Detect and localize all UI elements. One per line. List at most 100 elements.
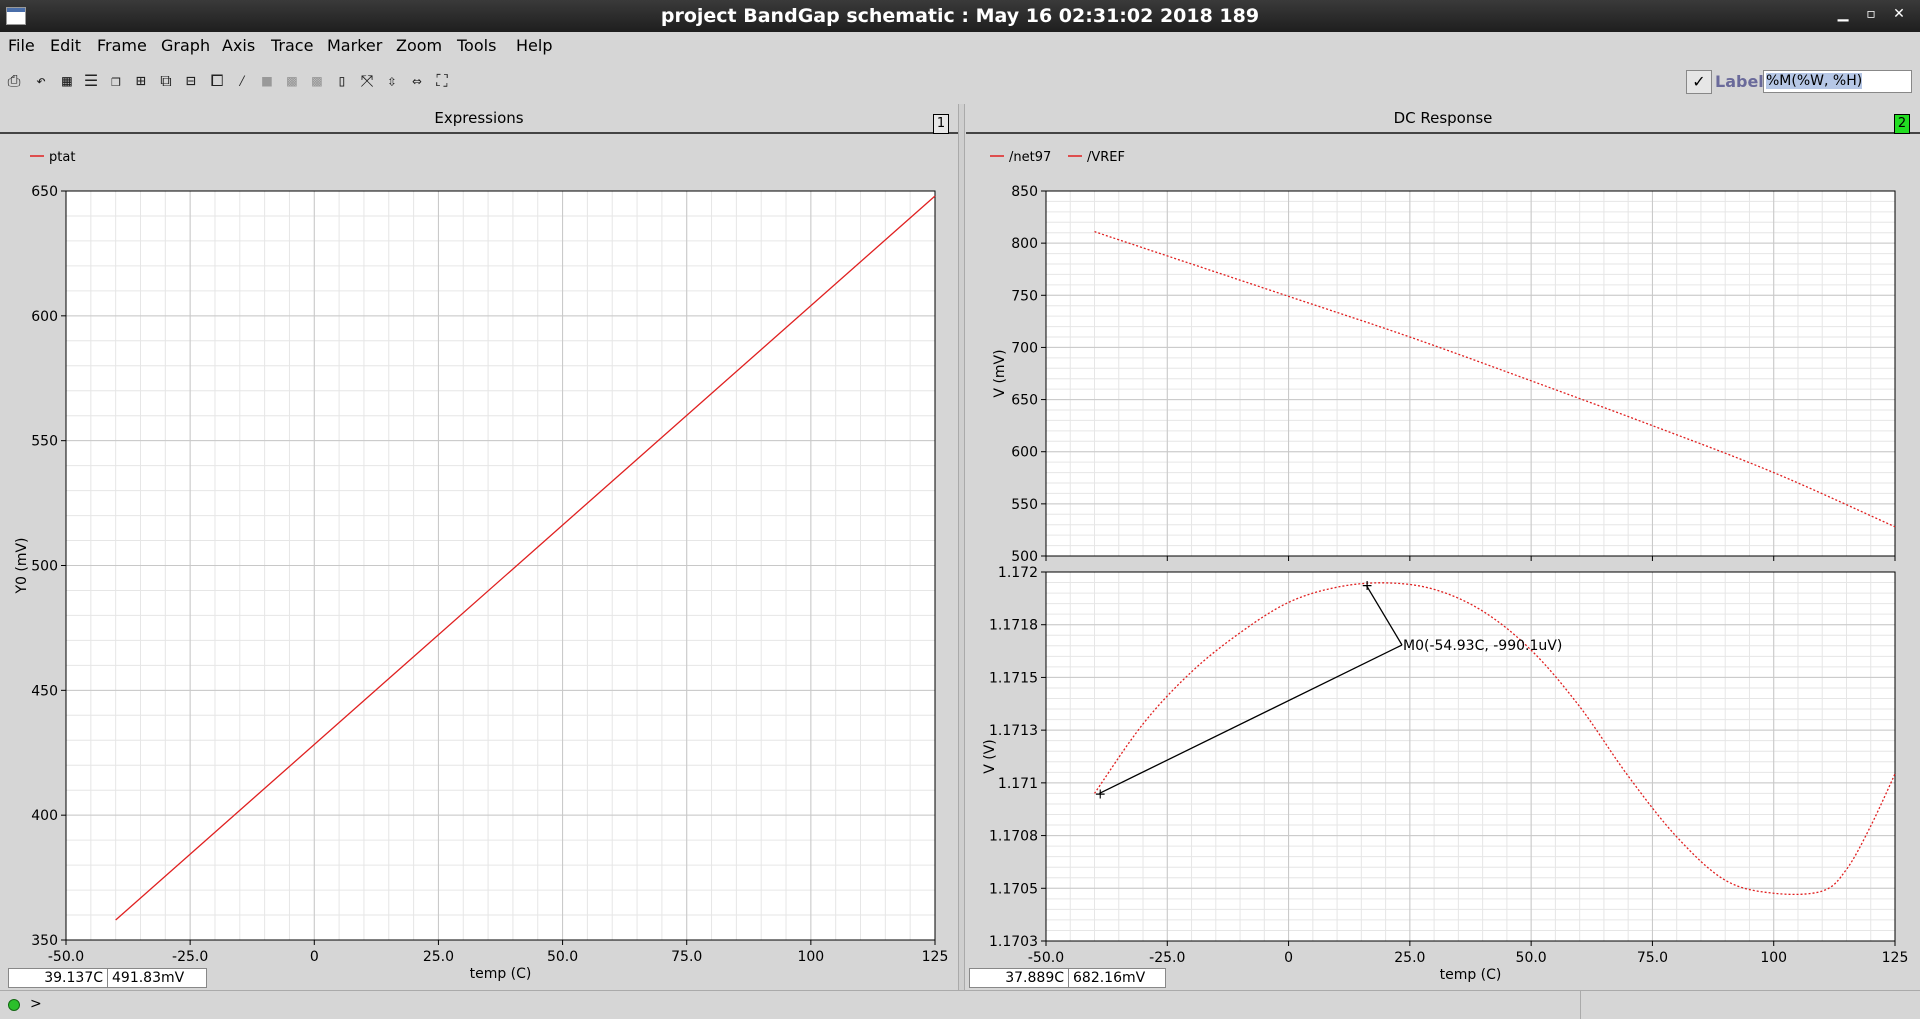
- close-icon[interactable]: ✕: [1890, 6, 1908, 22]
- y-tick-label: 500: [31, 559, 58, 575]
- y-tick-label: 1.1718: [989, 618, 1038, 634]
- legend-label-vref: /VREF: [1087, 150, 1125, 165]
- y-tick-label: 650: [31, 184, 58, 200]
- x-tick-label: -25.0: [1149, 950, 1185, 966]
- label-format-value: %M(%W, %H): [1766, 73, 1863, 89]
- subwindow-icon[interactable]: ⁄: [233, 72, 251, 90]
- minimize-icon[interactable]: ▁: [1834, 6, 1852, 22]
- y-tick-label: 450: [31, 683, 58, 699]
- marker-point-b: +: [1094, 786, 1106, 802]
- y-tick-label: 1.1705: [989, 881, 1038, 897]
- y-tick-label: 700: [1011, 340, 1038, 356]
- y-tick-label: 650: [1011, 393, 1038, 409]
- dc-response-chart[interactable]: /net97/VREF 500 550 600 650 700 750 800 850 V (mV…: [966, 134, 1920, 994]
- left-status-readout: 39.137C 491.83mV: [8, 968, 207, 988]
- plot-area: [1046, 191, 1895, 556]
- left-status-y: 491.83mV: [112, 970, 185, 986]
- menu-help[interactable]: Help: [516, 36, 552, 55]
- y-tick-label: 1.1708: [989, 829, 1038, 845]
- zoom-fit-icon[interactable]: ⛶: [433, 72, 451, 90]
- strip-icon[interactable]: ☰: [82, 72, 100, 90]
- x-tick-label: 100: [1760, 950, 1787, 966]
- x-tick-label: 125: [1882, 950, 1909, 966]
- grid-icon[interactable]: ▦: [58, 72, 76, 90]
- menu-zoom[interactable]: Zoom: [396, 36, 442, 55]
- legend-label-net97: /net97: [1009, 150, 1051, 165]
- toolbar: ⎙ ↶ ▦ ☰ ❐ ⊞ ⧉ ⊟ ⧠ ⁄ ■ ▩ ▩ ▯ ⤧ ⇳ ⇔ ⛶: [0, 62, 1920, 102]
- y-tick-label: 600: [1011, 445, 1038, 461]
- panel-divider[interactable]: [958, 104, 965, 990]
- x-tick-label: 75.0: [1637, 950, 1668, 966]
- menu-bar: File Edit Frame Graph Axis Trace Marker …: [0, 32, 1920, 60]
- x-tick-label: 0: [1284, 950, 1293, 966]
- y-axis-label: V (V): [982, 739, 998, 774]
- y-tick-label: 850: [1011, 184, 1038, 200]
- menu-marker[interactable]: Marker: [327, 36, 382, 55]
- x-tick-label: 25.0: [423, 949, 454, 965]
- y-tick-label: 1.1713: [989, 723, 1038, 739]
- x-tick-label: 100: [797, 949, 824, 965]
- stack-icon[interactable]: ❐: [107, 72, 125, 90]
- disabled2-icon: ▩: [287, 71, 297, 90]
- undo-icon[interactable]: ↶: [32, 72, 50, 90]
- right-status-x: 37.889C: [970, 969, 1069, 987]
- new-window-icon[interactable]: ⧠: [208, 72, 226, 90]
- y-tick-label: 1.171: [998, 776, 1038, 792]
- frame-number-2[interactable]: 2: [1894, 114, 1910, 134]
- fit-y-icon[interactable]: ⇳: [383, 72, 401, 90]
- menu-tools[interactable]: Tools: [457, 36, 496, 55]
- frame-number-1[interactable]: 1: [933, 114, 949, 134]
- print-icon[interactable]: ⎙: [5, 72, 23, 90]
- menu-graph[interactable]: Graph: [161, 36, 210, 55]
- marker-label: M0(-54.93C, -990.1uV): [1403, 638, 1562, 654]
- x-tick-label: 125: [922, 949, 949, 965]
- x-tick-label: -25.0: [172, 949, 208, 965]
- status-led-icon: [8, 999, 20, 1011]
- frame-icon[interactable]: ⊞: [132, 72, 150, 90]
- command-separator: [1580, 991, 1581, 1019]
- disabled-icon: ■: [262, 71, 272, 90]
- y-axis-label: Y0 (mV): [14, 537, 30, 594]
- x-axis-label: temp (C): [470, 966, 532, 982]
- label-text: Label: [1715, 72, 1764, 91]
- y-tick-label: 350: [31, 933, 58, 949]
- panel-title-expressions: Expressions: [0, 104, 958, 134]
- window-title: project BandGap schematic : May 16 02:31…: [660, 5, 1260, 27]
- expressions-chart[interactable]: ptat 350 400 450 500 550 600 650 -50.0 -25.0 0 25.0…: [0, 134, 958, 994]
- menu-file[interactable]: File: [8, 36, 35, 55]
- panel-title-dc-response: DC Response: [966, 104, 1920, 134]
- fit-icon[interactable]: ⤧: [358, 72, 376, 90]
- y-tick-label: 800: [1011, 236, 1038, 252]
- maximize-icon[interactable]: ▫: [1862, 6, 1880, 22]
- expressions-panel: Expressions 1 ptat 350 400 450 500 550 600 650 -…: [0, 104, 958, 990]
- right-status-y: 682.16mV: [1073, 970, 1146, 986]
- x-tick-label: -50.0: [1028, 950, 1064, 966]
- y-tick-label: 550: [31, 434, 58, 450]
- y-tick-label: 400: [31, 808, 58, 824]
- x-tick-label: 50.0: [1516, 950, 1547, 966]
- x-tick-label: 25.0: [1394, 950, 1425, 966]
- menu-frame[interactable]: Frame: [97, 36, 147, 55]
- menu-edit[interactable]: Edit: [50, 36, 81, 55]
- calc-icon[interactable]: ▯: [333, 72, 351, 90]
- x-tick-label: 50.0: [547, 949, 578, 965]
- x-axis-label: temp (C): [1440, 967, 1502, 983]
- y-tick-label: 1.172: [998, 565, 1038, 581]
- x-tick-label: -50.0: [48, 949, 84, 965]
- y-tick-label: 550: [1011, 497, 1038, 513]
- right-status-readout: 37.889C 682.16mV: [969, 968, 1166, 988]
- command-bar: >: [0, 990, 1920, 1019]
- fit-x-icon[interactable]: ⇔: [408, 72, 426, 90]
- frame3-icon[interactable]: ⊟: [182, 72, 200, 90]
- y-tick-label: 1.1715: [989, 670, 1038, 686]
- x-tick-label: 0: [310, 949, 319, 965]
- y-tick-label: 600: [31, 309, 58, 325]
- label-format-input[interactable]: %M(%W, %H): [1763, 70, 1912, 93]
- y-tick-label: 750: [1011, 288, 1038, 304]
- menu-trace[interactable]: Trace: [271, 36, 313, 55]
- label-checkbox[interactable]: ✓: [1686, 70, 1712, 94]
- command-prompt[interactable]: >: [30, 996, 42, 1012]
- y-tick-label: 1.1703: [989, 934, 1038, 950]
- menu-axis[interactable]: Axis: [222, 36, 255, 55]
- frame2-icon[interactable]: ⧉: [157, 72, 175, 90]
